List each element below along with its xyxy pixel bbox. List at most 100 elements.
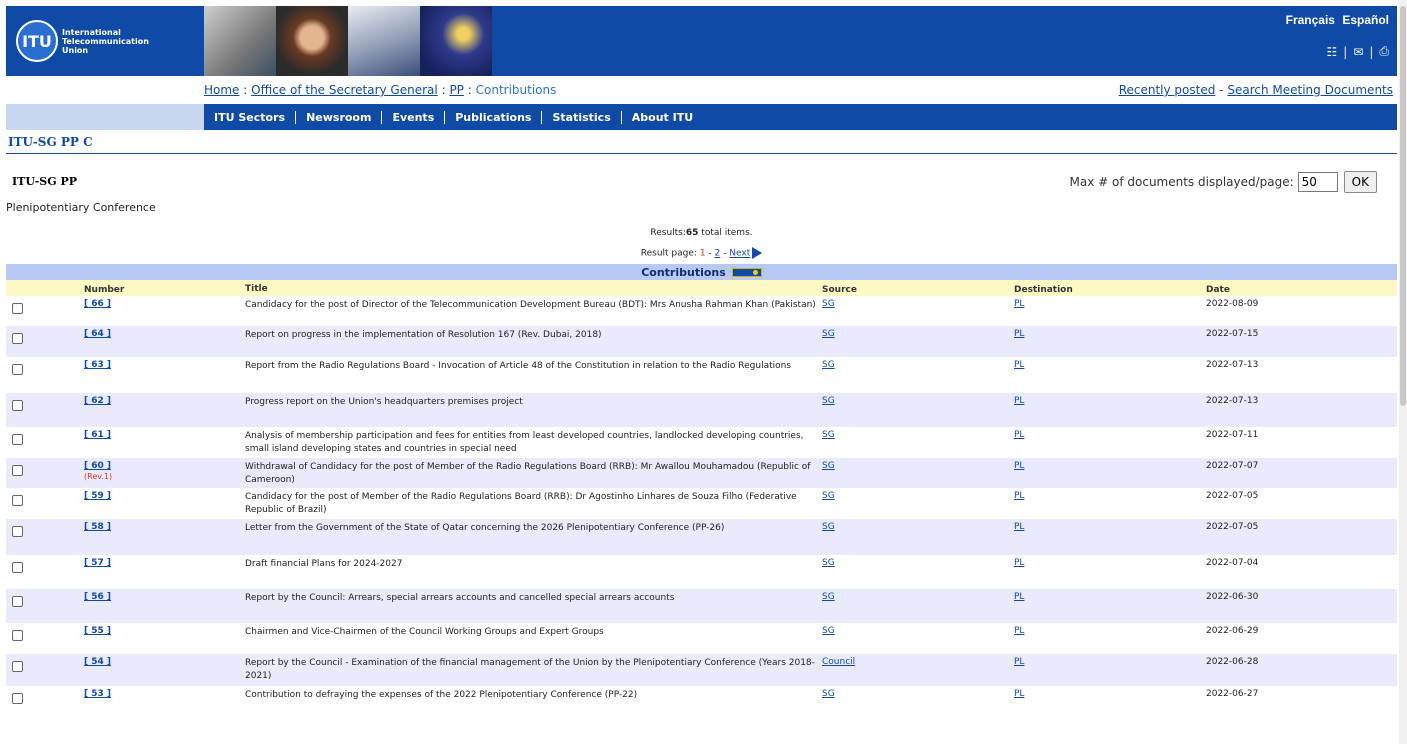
row-destination-link[interactable]: PL (1014, 360, 1024, 370)
row-source-link[interactable]: SG (822, 430, 835, 440)
row-destination-link[interactable]: PL (1014, 558, 1024, 568)
row-number-link[interactable]: [ 54 ] (84, 657, 111, 667)
row-checkbox[interactable] (12, 693, 23, 704)
row-source-link[interactable]: SG (822, 689, 835, 699)
row-source-link[interactable]: SG (822, 491, 835, 501)
row-source-link[interactable]: SG (822, 626, 835, 636)
row-title: Candidacy for the post of Director of th… (245, 300, 816, 310)
key-icon[interactable] (731, 267, 762, 277)
row-source-link[interactable]: SG (822, 592, 835, 602)
row-source-cell: SG (822, 458, 1014, 471)
row-number-link[interactable]: [ 63 ] (84, 360, 111, 370)
itu-logo[interactable]: ITU International Telecommunication Unio… (16, 20, 149, 62)
row-destination-link[interactable]: PL (1014, 522, 1024, 532)
scrollbar-thumb[interactable] (1400, 6, 1406, 406)
row-source-link[interactable]: SG (822, 360, 835, 370)
row-destination-link[interactable]: PL (1014, 396, 1024, 406)
row-source-link[interactable]: SG (822, 329, 835, 339)
row-checkbox[interactable] (12, 596, 23, 607)
row-destination-link[interactable]: PL (1014, 689, 1024, 699)
search-meeting-docs-link[interactable]: Search Meeting Documents (1227, 83, 1393, 97)
row-number-link[interactable]: [ 66 ] (84, 299, 111, 309)
table-body: [ 66 ] Candidacy for the post of Director… (6, 296, 1397, 706)
row-source-cell: SG (822, 589, 1014, 602)
row-destination-link[interactable]: PL (1014, 329, 1024, 339)
photo-keyboard (348, 6, 420, 76)
row-number-link[interactable]: [ 59 ] (84, 491, 111, 501)
menu-publications[interactable]: Publications (445, 110, 543, 124)
row-source-cell: SG (822, 296, 1014, 309)
row-checkbox-cell (6, 623, 84, 641)
photo-satellite (420, 6, 492, 76)
row-number-link[interactable]: [ 55 ] (84, 626, 111, 636)
row-number-link[interactable]: [ 56 ] (84, 592, 111, 602)
page: ITU International Telecommunication Unio… (6, 6, 1397, 198)
row-destination-link[interactable]: PL (1014, 657, 1024, 667)
menu-about-itu[interactable]: About ITU (622, 111, 703, 124)
pagination-page-2[interactable]: 2 (715, 249, 721, 259)
row-destination-link[interactable]: PL (1014, 461, 1024, 471)
breadcrumb: Home : Office of the Secretary General :… (204, 83, 556, 97)
lang-french-link[interactable]: Français (1286, 13, 1335, 27)
lang-spanish-link[interactable]: Español (1342, 13, 1389, 27)
row-number-link[interactable]: [ 64 ] (84, 329, 111, 339)
row-checkbox[interactable] (12, 495, 23, 506)
row-source-cell: SG (822, 427, 1014, 440)
breadcrumb-home[interactable]: Home (204, 83, 239, 97)
row-number-link[interactable]: [ 53 ] (84, 689, 111, 699)
row-destination-link[interactable]: PL (1014, 430, 1024, 440)
row-checkbox[interactable] (12, 364, 23, 375)
vertical-scrollbar[interactable] (1399, 0, 1407, 744)
row-source-link[interactable]: SG (822, 522, 835, 532)
row-destination-link[interactable]: PL (1014, 491, 1024, 501)
menu-itu-sectors[interactable]: ITU Sectors (210, 110, 297, 124)
row-source-link[interactable]: Council (822, 657, 855, 667)
row-checkbox[interactable] (12, 630, 23, 641)
row-checkbox-cell (6, 357, 84, 375)
row-checkbox[interactable] (12, 303, 23, 314)
max-docs-label: Max # of documents displayed/page: (1069, 175, 1294, 189)
row-number-link[interactable]: [ 57 ] (84, 558, 111, 568)
row-checkbox[interactable] (12, 434, 23, 445)
max-docs-ok-button[interactable]: OK (1343, 171, 1377, 193)
table-caption-text: Contributions (641, 265, 726, 279)
row-source-link[interactable]: SG (822, 396, 835, 406)
recently-posted-link[interactable]: Recently posted (1119, 83, 1216, 97)
row-source-link[interactable]: SG (822, 461, 835, 471)
row-checkbox[interactable] (12, 465, 23, 476)
breadcrumb-office[interactable]: Office of the Secretary General (251, 83, 438, 97)
row-checkbox[interactable] (12, 661, 23, 672)
next-arrow-icon[interactable] (752, 247, 763, 259)
sitemap-icon[interactable]: ☷ (1326, 45, 1337, 59)
row-number-link[interactable]: [ 58 ] (84, 522, 111, 532)
row-revision[interactable]: (Rev.1) (84, 472, 245, 481)
row-number-link[interactable]: [ 60 ] (84, 461, 111, 471)
row-number-cell: [ 54 ] (84, 654, 245, 667)
breadcrumb-pp[interactable]: PP (449, 83, 463, 97)
row-destination-cell: PL (1014, 519, 1206, 532)
row-source-link[interactable]: SG (822, 558, 835, 568)
row-checkbox[interactable] (12, 526, 23, 537)
menu-events[interactable]: Events (382, 110, 446, 124)
pagination-page-1: 1 (699, 248, 706, 259)
row-checkbox[interactable] (12, 333, 23, 344)
row-number-link[interactable]: [ 61 ] (84, 430, 111, 440)
mail-icon[interactable]: ✉ (1353, 45, 1363, 59)
pagination-next[interactable]: Next (729, 249, 750, 259)
max-docs-input[interactable] (1297, 172, 1338, 192)
print-icon[interactable]: ⎙ (1379, 44, 1389, 59)
row-destination-link[interactable]: PL (1014, 626, 1024, 636)
max-docs-control: Max # of documents displayed/page: OK (1070, 171, 1377, 193)
row-number-link[interactable]: [ 62 ] (84, 396, 111, 406)
quick-links: Recently posted - Search Meeting Documen… (1119, 83, 1393, 97)
menu-statistics[interactable]: Statistics (542, 110, 622, 124)
row-destination-link[interactable]: PL (1014, 592, 1024, 602)
row-date: 2022-07-13 (1206, 360, 1259, 370)
row-checkbox[interactable] (12, 400, 23, 411)
row-checkbox[interactable] (12, 562, 23, 573)
row-date: 2022-07-05 (1206, 491, 1259, 501)
menu-newsroom[interactable]: Newsroom (296, 110, 383, 124)
row-source-cell: SG (822, 357, 1014, 370)
row-source-link[interactable]: SG (822, 299, 835, 309)
row-destination-link[interactable]: PL (1014, 299, 1024, 309)
